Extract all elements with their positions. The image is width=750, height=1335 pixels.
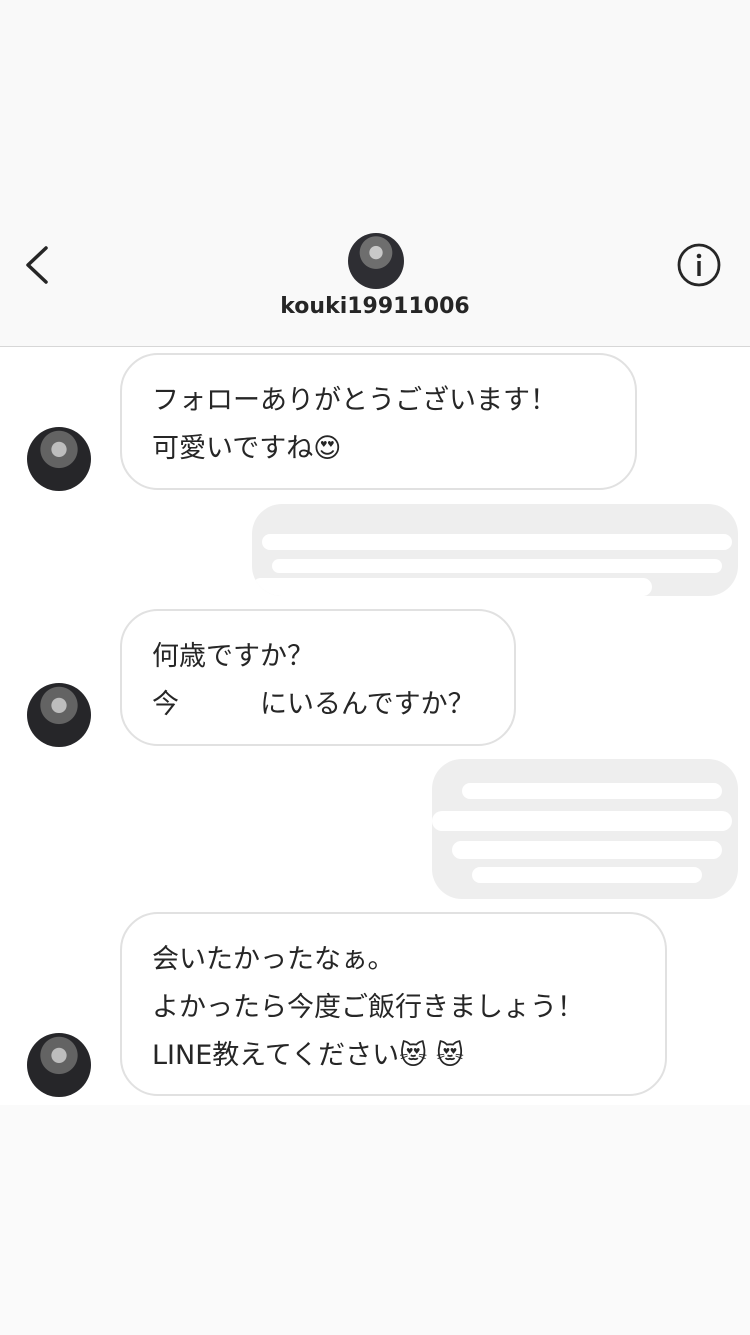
info-button[interactable] [676,242,722,288]
bottom-empty-area [0,1105,750,1335]
chat-header: kouki19911006 [0,0,750,347]
incoming-message[interactable]: 何歳ですか？ 今 にいるんですか？ [120,609,516,746]
redacted-outgoing-message [252,504,738,596]
sender-avatar[interactable] [27,683,91,747]
redacted-outgoing-message [432,759,738,899]
sender-avatar[interactable] [27,427,91,491]
info-circle-icon [677,243,721,287]
sender-avatar[interactable] [27,1033,91,1097]
redaction-mark [182,675,230,743]
header-username[interactable]: kouki19911006 [0,294,750,319]
incoming-message[interactable]: フォローありがとうございます！ 可愛いですね😍 [120,353,637,490]
message-thread[interactable]: フォローありがとうございます！ 可愛いですね😍 何歳ですか？ 今 にいるんですか… [0,347,750,1105]
back-button[interactable] [18,240,64,290]
incoming-message[interactable]: 会いたかったなぁ。 よかったら今度ご飯行きましょう！ LINE教えてください😻 … [120,912,667,1096]
chevron-left-icon [26,246,48,284]
header-avatar[interactable] [348,233,404,289]
